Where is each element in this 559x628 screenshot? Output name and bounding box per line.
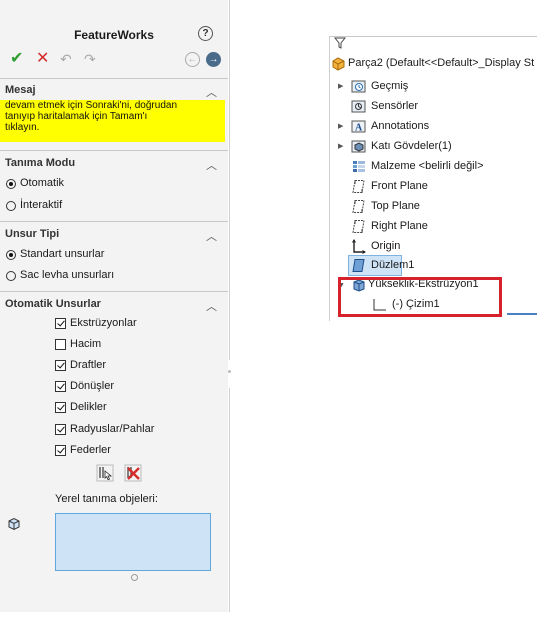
expand-arrow-icon[interactable]: ▶ xyxy=(338,82,343,90)
splitter-line xyxy=(229,388,230,612)
collapse-caret-icon[interactable]: ︿ xyxy=(206,157,217,173)
checkbox-label[interactable]: Federler xyxy=(70,444,111,456)
radio-otomatik-label[interactable]: Otomatik xyxy=(20,177,64,189)
message-line: tanıyıp haritalamak için Tamam'ı xyxy=(5,111,148,122)
message-line: devam etmek için Sonraki'ni, doğrudan xyxy=(5,100,178,111)
pm-title: FeatureWorks xyxy=(74,28,154,42)
history-folder-icon xyxy=(351,80,366,93)
tree-item-front-plane[interactable]: Front Plane xyxy=(351,178,531,196)
tree-item-label: Geçmiş xyxy=(371,80,409,92)
tree-item-kati-govdeler[interactable]: Katı Gövdeler(1) xyxy=(351,138,531,156)
radio-otomatik[interactable] xyxy=(6,179,16,189)
message-box: devam etmek için Sonraki'ni, doğrudan ta… xyxy=(0,100,225,142)
section-divider xyxy=(0,291,228,292)
next-arrow-icon[interactable]: → xyxy=(206,52,221,67)
radio-interaktif-label[interactable]: İnteraktif xyxy=(20,199,62,211)
tree-item-label: Sensörler xyxy=(371,100,419,112)
undo-icon[interactable]: ↶ xyxy=(60,52,72,66)
sensors-icon xyxy=(351,100,366,113)
annotations-icon: A xyxy=(351,120,366,134)
tree-item-label: Annotations xyxy=(371,120,430,132)
checkbox-federler[interactable] xyxy=(55,445,66,456)
tree-item-malzeme[interactable]: Malzeme <belirli değil> xyxy=(351,158,531,176)
tree-item-label: Malzeme <belirli değil> xyxy=(371,160,484,172)
checkbox-ekstruzyonlar[interactable] xyxy=(55,318,66,329)
back-arrow-icon[interactable]: ← xyxy=(185,52,200,67)
radio-sac-levha-label[interactable]: Sac levha unsurları xyxy=(20,269,114,281)
tree-item-label: Top Plane xyxy=(371,200,420,212)
tree-item-label: Front Plane xyxy=(371,180,428,192)
collapse-caret-icon[interactable]: ︿ xyxy=(206,84,217,100)
filter-icon[interactable] xyxy=(334,37,346,49)
splitter-handle[interactable] xyxy=(228,370,231,373)
auto-features-header[interactable]: Otomatik Unsurlar xyxy=(5,298,101,310)
plane-icon xyxy=(352,180,365,193)
checkbox-label[interactable]: Hacim xyxy=(70,338,101,350)
section-divider xyxy=(0,150,228,151)
checkbox-label[interactable]: Delikler xyxy=(70,401,107,413)
solid-bodies-icon xyxy=(351,140,366,153)
checkbox-label[interactable]: Radyuslar/Pahlar xyxy=(70,423,154,435)
checkbox-delikler[interactable] xyxy=(55,402,66,413)
checkbox-radyuslar-pahlar[interactable] xyxy=(55,424,66,435)
resize-grip[interactable] xyxy=(131,574,138,581)
collapse-caret-icon[interactable]: ︿ xyxy=(206,228,217,244)
redo-icon[interactable]: ↷ xyxy=(84,52,96,66)
tree-item-sensorler[interactable]: Sensörler xyxy=(351,98,531,116)
checkbox-donusler[interactable] xyxy=(55,381,66,392)
tree-left-border xyxy=(329,36,330,321)
tree-top-border xyxy=(329,36,537,37)
plane-icon xyxy=(352,200,365,213)
section-divider xyxy=(0,221,228,222)
recognition-mode-header[interactable]: Tanıma Modu xyxy=(5,157,75,169)
tree-item-top-plane[interactable]: Top Plane xyxy=(351,198,531,216)
svg-text:A: A xyxy=(355,123,363,134)
material-icon xyxy=(353,161,365,172)
checkbox-label[interactable]: Draftler xyxy=(70,359,106,371)
local-objects-selection-box[interactable] xyxy=(55,513,211,571)
tree-item-gecmis[interactable]: Geçmiş xyxy=(351,78,531,96)
tree-item-label: Origin xyxy=(371,240,401,252)
tree-scroll-indicator xyxy=(507,313,537,315)
tree-item-duzlem1[interactable]: Düzlem1 xyxy=(348,255,414,276)
collapse-caret-icon[interactable]: ︿ xyxy=(206,298,217,314)
highlight-annotation-box xyxy=(338,277,502,317)
help-icon[interactable]: ? xyxy=(198,26,213,41)
tree-item-label: Right Plane xyxy=(371,220,428,232)
checkbox-label[interactable]: Dönüşler xyxy=(70,380,114,392)
radio-sac-levha[interactable] xyxy=(6,271,16,281)
tree-item-label: Katı Gövdeler(1) xyxy=(371,140,452,152)
splitter-line xyxy=(229,0,230,360)
tree-item-origin[interactable]: Origin xyxy=(351,238,531,256)
tree-root-part[interactable]: Parça2 (Default<<Default>_Display St xyxy=(331,55,537,73)
radio-standart-label[interactable]: Standart unsurlar xyxy=(20,248,104,260)
section-divider xyxy=(0,78,228,79)
checkbox-draftler[interactable] xyxy=(55,360,66,371)
checkbox-label[interactable]: Ekstrüzyonlar xyxy=(70,317,137,329)
ok-check-icon[interactable]: ✔ xyxy=(10,51,23,67)
select-all-icon[interactable] xyxy=(96,464,114,482)
radio-standart[interactable] xyxy=(6,250,16,260)
radio-interaktif[interactable] xyxy=(6,201,16,211)
message-line: tıklayın. xyxy=(5,122,40,133)
cancel-x-icon[interactable]: ✕ xyxy=(36,51,49,67)
local-objects-label: Yerel tanıma objeleri: xyxy=(55,493,158,505)
expand-arrow-icon[interactable]: ▶ xyxy=(338,142,343,150)
face-selection-icon xyxy=(8,517,20,531)
origin-icon xyxy=(352,239,366,254)
tree-item-right-plane[interactable]: Right Plane xyxy=(351,218,531,236)
tree-item-annotations[interactable]: A Annotations xyxy=(351,118,531,136)
tree-root-label: Parça2 (Default<<Default>_Display St xyxy=(348,57,535,69)
checkbox-hacim[interactable] xyxy=(55,339,66,350)
deselect-all-icon[interactable] xyxy=(124,464,142,482)
plane-icon xyxy=(352,220,365,233)
part-icon xyxy=(332,57,345,71)
plane-icon xyxy=(352,259,365,272)
feature-type-header[interactable]: Unsur Tipi xyxy=(5,228,59,240)
message-section-header[interactable]: Mesaj xyxy=(5,84,36,96)
tree-item-label: Düzlem1 xyxy=(371,259,415,271)
expand-arrow-icon[interactable]: ▶ xyxy=(338,122,343,130)
